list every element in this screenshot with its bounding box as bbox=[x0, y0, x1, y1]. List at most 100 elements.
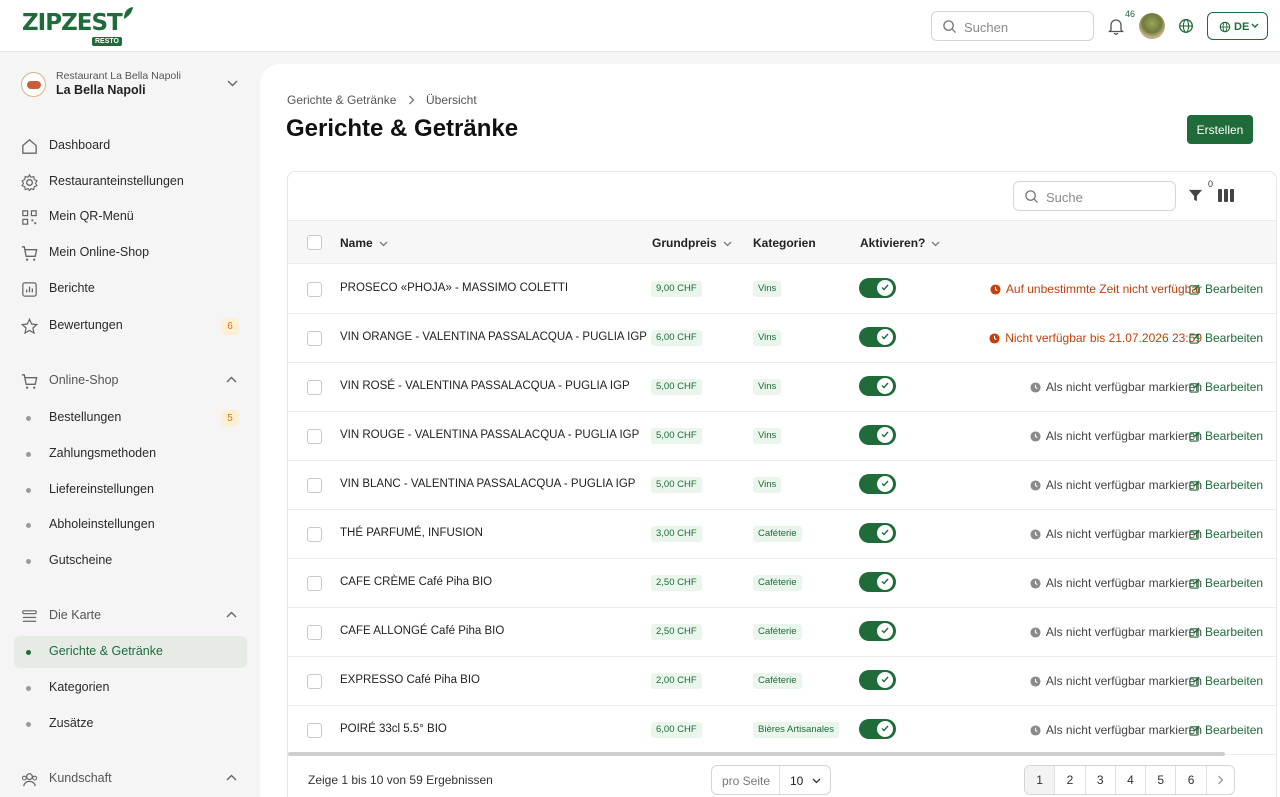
edit-button[interactable]: Bearbeiten bbox=[1189, 282, 1263, 296]
filter-icon[interactable] bbox=[1188, 188, 1203, 203]
availability-status[interactable]: Als nicht verfügbar markieren bbox=[1030, 674, 1202, 688]
item-name[interactable]: THÉ PARFUMÉ, INFUSION bbox=[340, 527, 483, 539]
sidebar-item-online-shop[interactable]: Mein Online-Shop bbox=[14, 237, 247, 269]
sidebar-item-orders[interactable]: Bestellungen 5 bbox=[14, 402, 247, 434]
active-toggle[interactable] bbox=[859, 719, 896, 739]
sidebar-item-extras[interactable]: Zusätze bbox=[14, 708, 247, 740]
sidebar-item-reviews[interactable]: Bewertungen 6 bbox=[14, 310, 247, 342]
item-name[interactable]: CAFE CRÈME Café Piha BIO bbox=[340, 576, 492, 588]
row-checkbox[interactable] bbox=[307, 625, 322, 640]
web-icon[interactable] bbox=[1178, 18, 1194, 34]
column-name-header[interactable]: Name bbox=[340, 236, 388, 250]
edit-button[interactable]: Bearbeiten bbox=[1189, 723, 1263, 737]
availability-status[interactable]: Als nicht verfügbar markieren bbox=[1030, 380, 1202, 394]
sidebar-item-pickup-settings[interactable]: Abholeinstellungen bbox=[14, 509, 247, 541]
row-checkbox[interactable] bbox=[307, 380, 322, 395]
edit-button[interactable]: Bearbeiten bbox=[1189, 478, 1263, 492]
sidebar-item-categories[interactable]: Kategorien bbox=[14, 672, 247, 704]
chevron-down-icon bbox=[379, 241, 388, 247]
sidebar-item-dashboard[interactable]: Dashboard bbox=[14, 130, 247, 162]
availability-status[interactable]: Als nicht verfügbar markieren bbox=[1030, 625, 1202, 639]
bell-icon[interactable] bbox=[1107, 17, 1125, 35]
page-button[interactable]: 2 bbox=[1055, 766, 1086, 794]
sidebar-item-payment-methods[interactable]: Zahlungsmethoden bbox=[14, 438, 247, 470]
edit-button[interactable]: Bearbeiten bbox=[1189, 527, 1263, 541]
page-button[interactable]: 6 bbox=[1176, 766, 1207, 794]
active-toggle[interactable] bbox=[859, 572, 896, 592]
per-page-select[interactable]: pro Seite 10 bbox=[711, 765, 831, 795]
page-button[interactable]: 5 bbox=[1146, 766, 1177, 794]
columns-icon[interactable] bbox=[1218, 189, 1234, 202]
sidebar-section-customers[interactable]: Kundschaft bbox=[14, 763, 247, 795]
create-button[interactable]: Erstellen bbox=[1187, 115, 1253, 144]
sidebar-item-qr-menu[interactable]: Mein QR-Menü bbox=[14, 201, 247, 233]
page-button[interactable]: 3 bbox=[1085, 766, 1116, 794]
row-checkbox[interactable] bbox=[307, 429, 322, 444]
sidebar-section-label: Die Karte bbox=[49, 608, 102, 622]
column-active-header[interactable]: Aktivieren? bbox=[860, 236, 940, 250]
row-checkbox[interactable] bbox=[307, 674, 322, 689]
active-toggle[interactable] bbox=[859, 376, 896, 396]
edit-button[interactable]: Bearbeiten bbox=[1189, 674, 1263, 688]
next-page-button[interactable] bbox=[1206, 766, 1234, 794]
sidebar-item-restaurant-settings[interactable]: Restauranteinstellungen bbox=[14, 166, 247, 198]
item-name[interactable]: CAFE ALLONGÉ Café Piha BIO bbox=[340, 625, 504, 637]
row-checkbox[interactable] bbox=[307, 723, 322, 738]
sidebar-section-online-shop[interactable]: Online-Shop bbox=[14, 365, 247, 397]
availability-status[interactable]: Als nicht verfügbar markieren bbox=[1030, 527, 1202, 541]
active-toggle[interactable] bbox=[859, 670, 896, 690]
item-name[interactable]: VIN ROUGE - VALENTINA PASSALACQUA - PUGL… bbox=[340, 429, 639, 441]
row-checkbox[interactable] bbox=[307, 527, 322, 542]
active-toggle[interactable] bbox=[859, 474, 896, 494]
sidebar-item-vouchers[interactable]: Gutscheine bbox=[14, 545, 247, 577]
availability-status[interactable]: Als nicht verfügbar markieren bbox=[1030, 429, 1202, 443]
active-toggle[interactable] bbox=[859, 621, 896, 641]
item-name[interactable]: POIRÉ 33cl 5.5° BIO bbox=[340, 723, 447, 735]
row-checkbox[interactable] bbox=[307, 331, 322, 346]
select-all-checkbox[interactable] bbox=[307, 235, 322, 250]
sidebar-section-menu[interactable]: Die Karte bbox=[14, 600, 247, 632]
availability-status[interactable]: Als nicht verfügbar markieren bbox=[1030, 576, 1202, 590]
clock-icon bbox=[1030, 430, 1041, 442]
item-name[interactable]: PROSECO «PHOJA» - MASSIMO COLETTI bbox=[340, 282, 568, 294]
page-button[interactable]: 4 bbox=[1115, 766, 1147, 794]
edit-button[interactable]: Bearbeiten bbox=[1189, 331, 1263, 345]
active-toggle[interactable] bbox=[859, 327, 896, 347]
edit-button[interactable]: Bearbeiten bbox=[1189, 429, 1263, 443]
sidebar-item-delivery-settings[interactable]: Liefereinstellungen bbox=[14, 474, 247, 506]
availability-status[interactable]: Nicht verfügbar bis 21.07.2026 23:59 bbox=[989, 331, 1202, 345]
column-price-header[interactable]: Grundpreis bbox=[652, 236, 732, 250]
page-button[interactable]: 1 bbox=[1025, 766, 1056, 794]
row-checkbox[interactable] bbox=[307, 282, 322, 297]
item-name[interactable]: VIN ROSÉ - VALENTINA PASSALACQUA - PUGLI… bbox=[340, 380, 630, 392]
item-name[interactable]: VIN BLANC - VALENTINA PASSALACQUA - PUGL… bbox=[340, 478, 635, 490]
restaurant-switcher[interactable]: Restaurant La Bella Napoli La Bella Napo… bbox=[20, 69, 245, 103]
active-toggle[interactable] bbox=[859, 523, 896, 543]
table-search-box[interactable] bbox=[1013, 181, 1176, 211]
language-selector[interactable]: DE bbox=[1207, 12, 1268, 40]
bullet-dot bbox=[26, 722, 31, 727]
check-icon bbox=[881, 578, 889, 585]
availability-status[interactable]: Auf unbestimmte Zeit nicht verfügbar bbox=[990, 282, 1202, 296]
user-avatar[interactable] bbox=[1139, 13, 1165, 39]
brand-logo[interactable]: ZIPZEST RESTO bbox=[22, 6, 137, 48]
edit-button[interactable]: Bearbeiten bbox=[1189, 380, 1263, 394]
breadcrumb-link[interactable]: Gerichte & Getränke bbox=[287, 93, 396, 107]
bullet-dot bbox=[26, 686, 31, 691]
availability-status[interactable]: Als nicht verfügbar markieren bbox=[1030, 478, 1202, 492]
active-toggle[interactable] bbox=[859, 425, 896, 445]
sidebar-item-dishes-drinks[interactable]: Gerichte & Getränke bbox=[14, 636, 247, 668]
horizontal-scrollbar[interactable] bbox=[288, 752, 1225, 756]
row-checkbox[interactable] bbox=[307, 576, 322, 591]
item-name[interactable]: EXPRESSO Café Piha BIO bbox=[340, 674, 480, 686]
active-toggle[interactable] bbox=[859, 278, 896, 298]
sidebar-item-reports[interactable]: Berichte bbox=[14, 273, 247, 305]
item-name[interactable]: VIN ORANGE - VALENTINA PASSALACQUA - PUG… bbox=[340, 331, 647, 343]
edit-button[interactable]: Bearbeiten bbox=[1189, 625, 1263, 639]
availability-status[interactable]: Als nicht verfügbar markieren bbox=[1030, 723, 1202, 737]
table-search-input[interactable] bbox=[1046, 187, 1171, 207]
row-checkbox[interactable] bbox=[307, 478, 322, 493]
top-search-box[interactable] bbox=[931, 11, 1094, 41]
edit-button[interactable]: Bearbeiten bbox=[1189, 576, 1263, 590]
top-search-input[interactable] bbox=[964, 17, 1089, 37]
